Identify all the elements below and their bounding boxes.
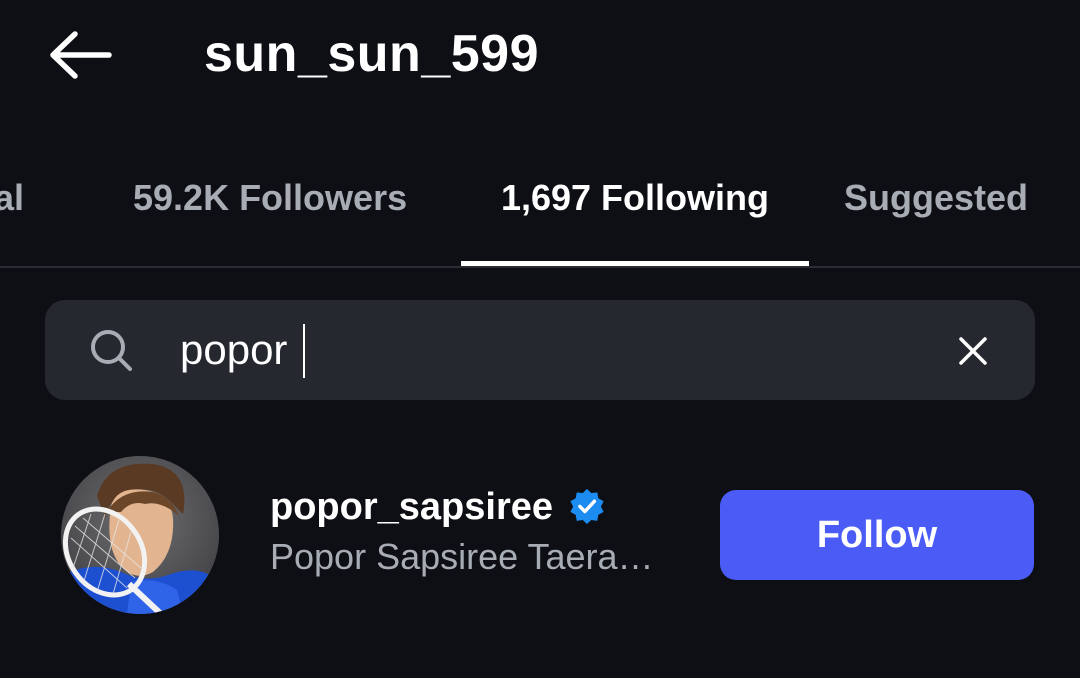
top-bar: sun_sun_599 (0, 0, 1080, 110)
avatar-image (61, 456, 219, 614)
search-input[interactable] (180, 318, 920, 382)
verified-badge-icon (570, 488, 604, 525)
arrow-left-icon (50, 31, 112, 79)
clear-search-button[interactable] (948, 326, 998, 376)
close-icon (959, 337, 987, 365)
page-title: sun_sun_599 (204, 25, 539, 83)
back-button[interactable] (40, 22, 120, 88)
tab-followers[interactable]: 59.2K Followers (133, 160, 407, 266)
follow-button[interactable]: Follow (720, 490, 1034, 580)
result-username[interactable]: popor_sapsiree (270, 484, 553, 530)
result-full-name: Popor Sapsiree Taera… (270, 536, 654, 577)
avatar[interactable] (61, 456, 219, 614)
list-item[interactable]: popor_sapsiree Popor Sapsiree Taera… Fol… (0, 440, 1080, 640)
tab-mutual[interactable]: tual (0, 160, 24, 266)
search-icon (91, 330, 132, 371)
text-cursor (303, 324, 305, 378)
tab-following[interactable]: 1,697 Following (461, 160, 809, 266)
tab-bar: tual 59.2K Followers 1,697 Following Sug… (0, 160, 1080, 268)
active-tab-indicator (461, 261, 809, 266)
tab-suggested[interactable]: Suggested (844, 160, 1028, 266)
